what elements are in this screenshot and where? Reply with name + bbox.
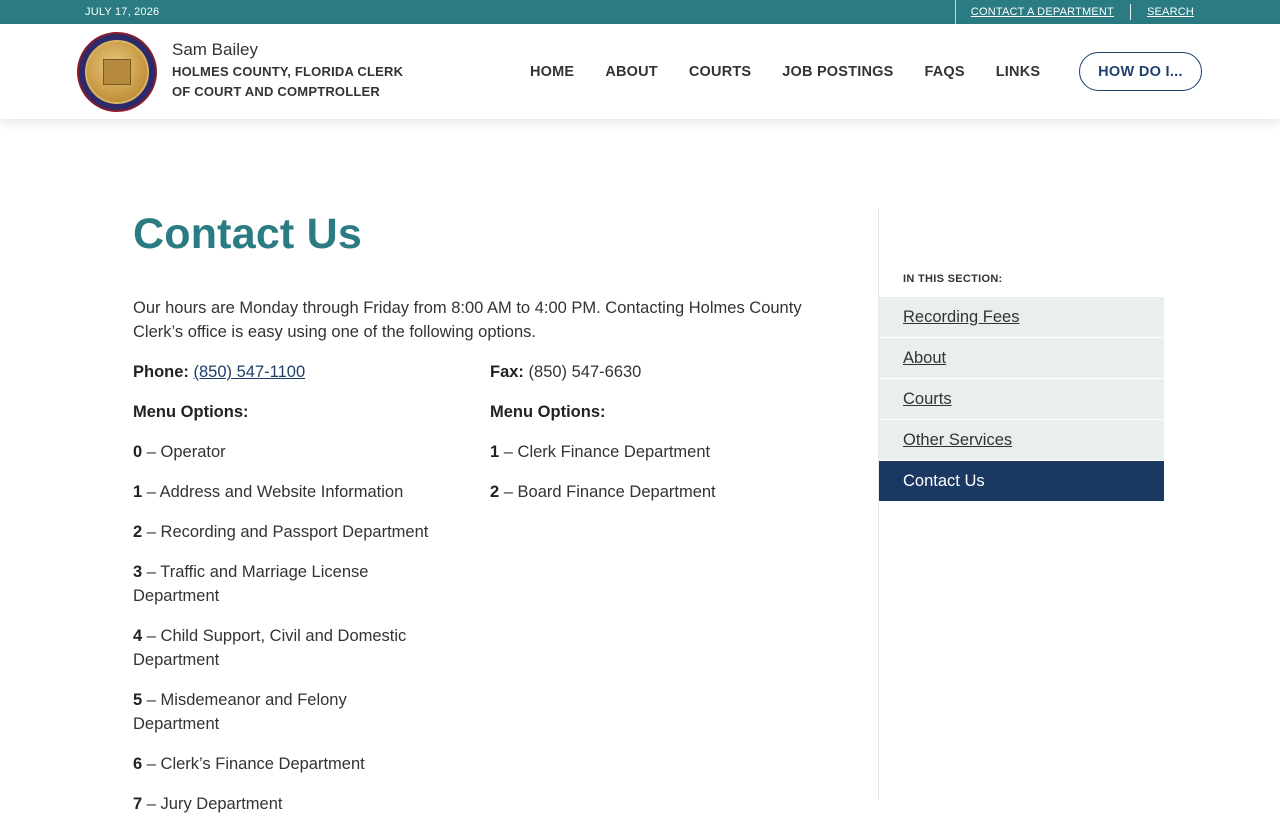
list-item: 2 – Board Finance Department [490,483,716,501]
list-item: 4 – Child Support, Civil and Domestic De… [133,627,407,669]
main-content: Contact Us Our hours are Monday through … [133,210,833,813]
site-brand: Sam Bailey HOLMES COUNTY, FLORIDA CLERK … [172,40,403,102]
fax-menu-label: Menu Options: [490,403,606,421]
main-nav: HOME ABOUT COURTS JOB POSTINGS FAQS LINK… [530,24,1202,119]
nav-job-postings[interactable]: JOB POSTINGS [782,64,893,80]
list-item: 3 – Traffic and Marriage License Departm… [133,563,369,605]
fax-number: (850) 547-6630 [523,363,642,381]
seal-ring [85,40,149,104]
nav-about[interactable]: ABOUT [605,64,658,80]
phone-menu-label: Menu Options: [133,403,249,421]
list-item: 0 – Operator [133,443,226,461]
search-link[interactable]: SEARCH [1147,6,1194,18]
sidebar-menu: Recording Fees About Courts Other Servic… [879,297,1164,502]
sidebar-item-courts[interactable]: Courts [879,379,1164,419]
phone-label: Phone: [133,363,189,381]
sidebar-item-recording-fees[interactable]: Recording Fees [879,297,1164,337]
list-item: 1 – Address and Website Information [133,483,404,501]
org-name-line1: HOLMES COUNTY, FLORIDA CLERK [172,64,404,79]
intro-text: Our hours are Monday through Friday from… [133,299,802,341]
nav-home[interactable]: HOME [530,64,574,80]
list-item: 7 – Jury Department [133,795,283,813]
fax-line: Fax: (850) 547-6630 [490,360,830,384]
phone-line: Phone: (850) 547-1100 [133,360,473,384]
nav-faqs[interactable]: FAQS [924,64,964,80]
clerk-name: Sam Bailey [172,40,258,59]
current-date: JULY 17, 2026 [85,6,160,18]
list-item: 6 – Clerk’s Finance Department [133,755,365,773]
utility-divider [954,0,956,24]
phone-number-link[interactable]: (850) 547-1100 [194,363,306,381]
list-item: 2 – Recording and Passport Department [133,523,429,541]
phone-column: Phone: (850) 547-1100 Menu Options: 0 – … [133,360,473,832]
sidebar-item-about[interactable]: About [879,338,1164,378]
fax-column: Fax: (850) 547-6630 Menu Options: 1 – Cl… [490,360,830,520]
org-name-line2: OF COURT AND COMPTROLLER [172,84,380,99]
utility-links: CONTACT A DEPARTMENT SEARCH [954,0,1194,24]
sidebar-item-contact-us[interactable]: Contact Us [879,461,1164,501]
county-seal-icon[interactable] [77,32,157,112]
nav-courts[interactable]: COURTS [689,64,751,80]
sidebar-heading: IN THIS SECTION: [903,273,1003,285]
nav-links[interactable]: LINKS [996,64,1041,80]
sidebar-item-other-services[interactable]: Other Services [879,420,1164,460]
page-title: Contact Us [133,210,362,258]
fax-label: Fax: [490,363,524,381]
contact-department-link[interactable]: CONTACT A DEPARTMENT [971,6,1114,18]
list-item: 5 – Misdemeanor and Felony Department [133,691,347,733]
how-do-i-button[interactable]: HOW DO I... [1079,52,1202,91]
list-item: 1 – Clerk Finance Department [490,443,711,461]
utility-divider [1129,4,1131,20]
site-header: Sam Bailey HOLMES COUNTY, FLORIDA CLERK … [0,24,1280,119]
seal-emblem [103,59,131,85]
utility-bar: JULY 17, 2026 CONTACT A DEPARTMENT SEARC… [0,0,1280,24]
section-sidebar: IN THIS SECTION: Recording Fees About Co… [878,208,1164,800]
